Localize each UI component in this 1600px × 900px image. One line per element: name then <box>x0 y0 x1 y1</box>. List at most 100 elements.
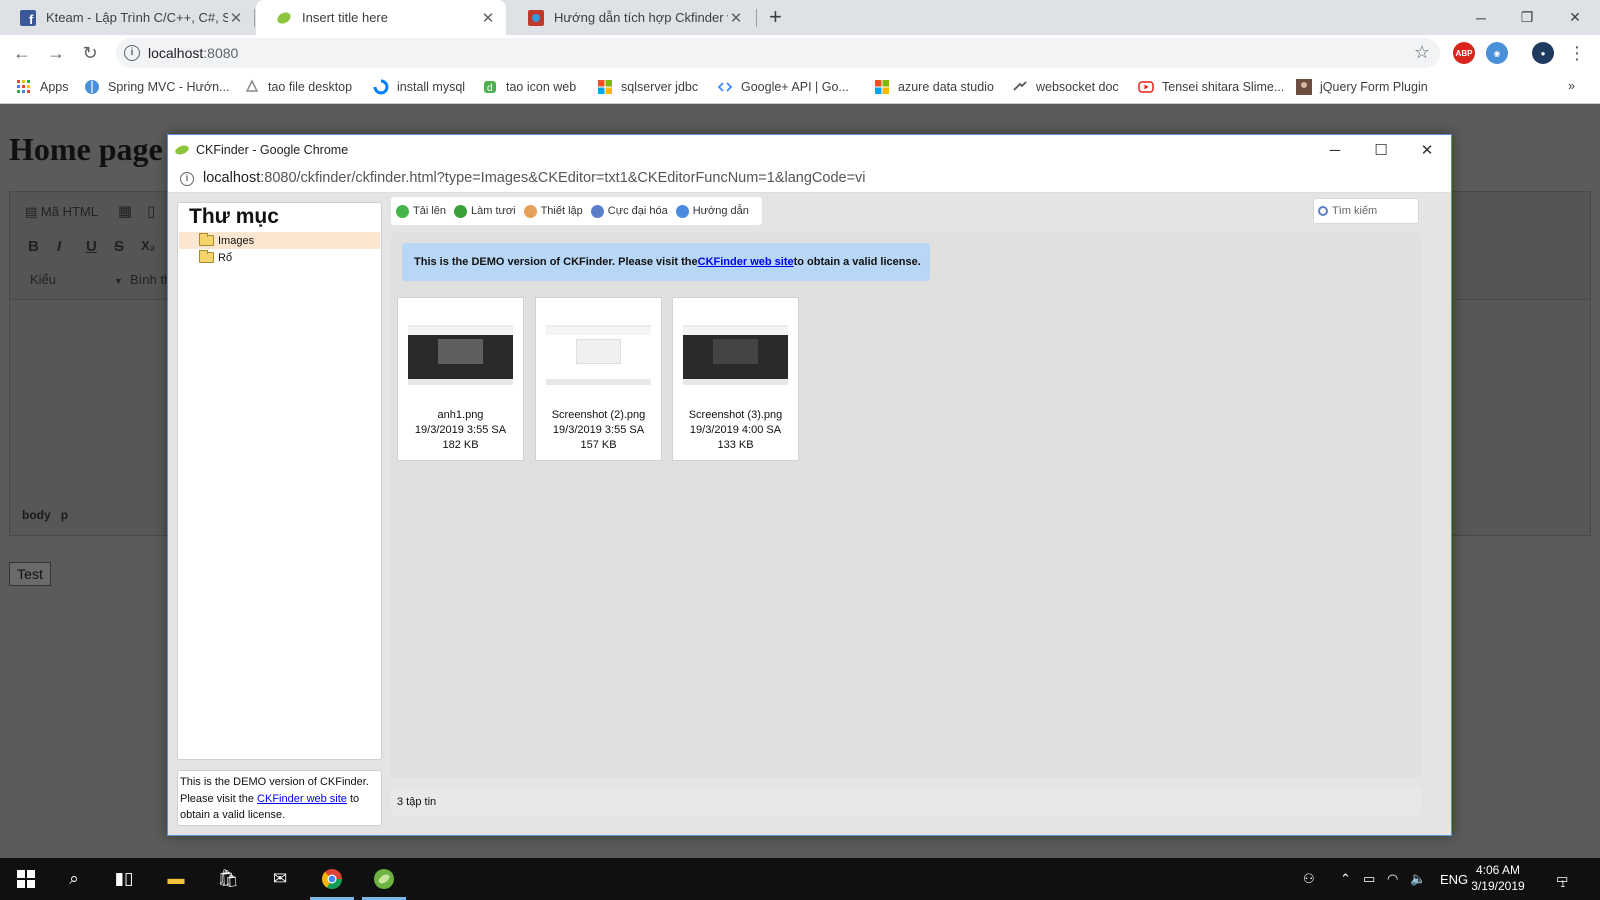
styles-dropdown[interactable]: Kiểu ▼ <box>30 272 123 287</box>
ckfinder-website-link[interactable]: CKFinder web site <box>257 793 347 805</box>
source-button[interactable]: ▤ Mã HTML <box>25 204 98 220</box>
wifi-icon[interactable]: ◠ <box>1387 858 1398 900</box>
file-thumbnail <box>683 325 788 385</box>
italic-button[interactable]: I <box>57 238 61 255</box>
source-label: Mã HTML <box>40 204 98 219</box>
bold-button[interactable]: B <box>28 238 39 255</box>
bookmark-label: Google+ API | Go... <box>741 80 849 94</box>
extension-icon[interactable]: ◉ <box>1486 42 1508 64</box>
bookmark-tao-icon-web[interactable]: d tao icon web <box>482 79 576 95</box>
browser-toolbar: ← → ↻ i localhost:8080 ☆ ABP ◉ ● ⋮ <box>0 35 1600 72</box>
bookmark-sqlserver-jdbc[interactable]: sqlserver jdbc <box>597 79 698 95</box>
search-icon[interactable]: ⌕ <box>48 858 100 900</box>
demo-banner: This is the DEMO version of CKFinder. Pl… <box>402 243 930 281</box>
menu-kebab-icon[interactable]: ⋮ <box>1565 41 1589 65</box>
action-center-icon[interactable]: ▭ 1 <box>1556 858 1568 900</box>
bookmark-install-mysql[interactable]: install mysql <box>373 79 465 95</box>
new-page-icon[interactable]: ▯ <box>147 202 155 220</box>
reload-icon[interactable]: ↻ <box>78 41 102 65</box>
maximize-button[interactable]: Cực đại hóa <box>590 204 668 218</box>
minimize-popup-button[interactable]: ─ <box>1312 135 1358 165</box>
file-size: 133 KB <box>717 439 754 451</box>
upload-button[interactable]: Tải lên <box>396 204 446 218</box>
bookmark-tao-file-desktop[interactable]: tao file desktop <box>244 79 352 95</box>
people-icon[interactable]: ⚇ <box>1303 858 1315 900</box>
adblock-plus-icon[interactable]: ABP <box>1453 42 1475 64</box>
bookmark-apps[interactable]: Apps <box>16 79 69 95</box>
close-tab-icon[interactable]: ✕ <box>480 9 496 27</box>
close-popup-button[interactable]: ✕ <box>1404 135 1450 165</box>
tab-kteam[interactable]: f Kteam - Lập Trình C/C++, C#, SQL ✕ <box>0 0 254 35</box>
howkteam-icon <box>528 9 544 26</box>
tab-title: Insert title here <box>302 10 388 25</box>
minimize-window-button[interactable]: ─ <box>1458 0 1504 35</box>
underline-button[interactable]: U <box>86 238 97 255</box>
popup-address-bar: i localhost:8080/ckfinder/ckfinder.html?… <box>168 165 1451 193</box>
maximize-popup-button[interactable]: ☐ <box>1358 135 1404 165</box>
battery-icon[interactable]: ▭ <box>1363 858 1375 900</box>
refresh-button[interactable]: Làm tươi <box>454 204 516 218</box>
task-view-icon[interactable]: ▮▯ <box>98 858 150 900</box>
store-icon[interactable]: 🛍 <box>202 858 254 900</box>
info-icon[interactable]: i <box>180 172 194 186</box>
profile-avatar-icon[interactable]: ● <box>1532 42 1554 64</box>
folder-images[interactable]: Images <box>179 232 380 249</box>
file-meta: anh1.png 19/3/2019 3:55 SA 182 KB <box>398 408 523 453</box>
chevron-up-icon[interactable]: ⌃ <box>1340 858 1351 900</box>
volume-icon[interactable]: 🔈 <box>1410 858 1426 900</box>
system-clock[interactable]: 4:06 AM 3/19/2019 <box>1464 862 1532 894</box>
page-title: Home page <box>9 131 163 167</box>
restore-window-button[interactable]: ❐ <box>1504 0 1550 35</box>
search-icon <box>1318 206 1328 216</box>
websocket-icon <box>1013 81 1027 91</box>
close-window-button[interactable]: ✕ <box>1552 0 1598 35</box>
save-icon[interactable]: ▦ <box>118 202 132 220</box>
help-button[interactable]: Hướng dẫn <box>675 204 749 218</box>
address-bar[interactable]: i localhost:8080 ☆ <box>116 38 1440 68</box>
forward-arrow-icon[interactable]: → <box>44 41 68 65</box>
tab-strip: f Kteam - Lập Trình C/C++, C#, SQL ✕ Ins… <box>0 0 1600 35</box>
file-tile[interactable]: Screenshot (2).png 19/3/2019 3:55 SA 157… <box>535 297 662 461</box>
path-body[interactable]: body <box>22 508 51 522</box>
close-tab-icon[interactable]: ✕ <box>728 9 744 27</box>
windows-start-icon[interactable] <box>0 858 52 900</box>
bookmark-google-api[interactable]: Google+ API | Go... <box>717 79 849 95</box>
bookmark-star-icon[interactable]: ☆ <box>1414 42 1430 63</box>
search-input[interactable]: Tìm kiếm <box>1313 198 1419 224</box>
folder-basket[interactable]: Rổ <box>179 249 380 266</box>
strike-button[interactable]: S <box>114 238 124 255</box>
bookmark-tensei-shitara-slime[interactable]: Tensei shitara Slime... <box>1138 79 1284 95</box>
folders-heading: Thư mục <box>189 205 279 228</box>
close-tab-icon[interactable]: ✕ <box>228 9 244 27</box>
path-p[interactable]: p <box>61 508 68 522</box>
file-explorer-icon[interactable]: ▬ <box>150 858 202 900</box>
taskbar: ⌕ ▮▯ ▬ 🛍 ✉ ⚇ ⌃ ▭ ◠ 🔈 ENG 4:06 AM 3/19/20… <box>0 858 1600 900</box>
chrome-icon[interactable] <box>306 858 358 900</box>
test-button[interactable]: Test <box>9 562 51 586</box>
spring-tool-suite-icon[interactable] <box>358 858 410 900</box>
more-bookmarks-icon[interactable]: » <box>1568 79 1575 93</box>
subscript-button[interactable]: X₂ <box>141 238 155 253</box>
tab-insert-title[interactable]: Insert title here ✕ <box>256 0 506 35</box>
more-bookmarks-label: » <box>1568 79 1575 93</box>
address-url[interactable]: localhost:8080 <box>148 45 238 61</box>
bookmarks-bar: Apps Spring MVC - Hướn... tao file deskt… <box>0 72 1600 104</box>
back-arrow-icon[interactable]: ← <box>10 41 34 65</box>
format-dropdown[interactable]: Bình th <box>130 272 171 287</box>
bookmark-jquery-form-plugin[interactable]: jQuery Form Plugin <box>1296 79 1428 95</box>
bookmark-azure-data-studio[interactable]: azure data studio <box>874 79 994 95</box>
spring-leaf-icon <box>277 11 291 24</box>
ckfinder-website-link[interactable]: CKFinder web site <box>698 256 794 268</box>
settings-button[interactable]: Thiết lập <box>523 204 583 218</box>
maximize-label: Cực đại hóa <box>607 205 668 217</box>
bookmark-spring-mvc[interactable]: Spring MVC - Hướn... <box>84 79 229 95</box>
file-tile[interactable]: anh1.png 19/3/2019 3:55 SA 182 KB <box>397 297 524 461</box>
mail-icon[interactable]: ✉ <box>254 858 306 900</box>
bookmark-label: jQuery Form Plugin <box>1320 80 1428 94</box>
bookmark-websocket-doc[interactable]: websocket doc <box>1012 79 1119 95</box>
file-tile[interactable]: Screenshot (3).png 19/3/2019 4:00 SA 133… <box>672 297 799 461</box>
tab-huong-dan[interactable]: Hướng dẫn tích hợp Ckfinder vào ✕ <box>508 0 754 35</box>
upload-icon <box>396 204 409 218</box>
info-icon[interactable]: i <box>124 45 140 61</box>
new-tab-button[interactable]: + <box>769 4 782 30</box>
